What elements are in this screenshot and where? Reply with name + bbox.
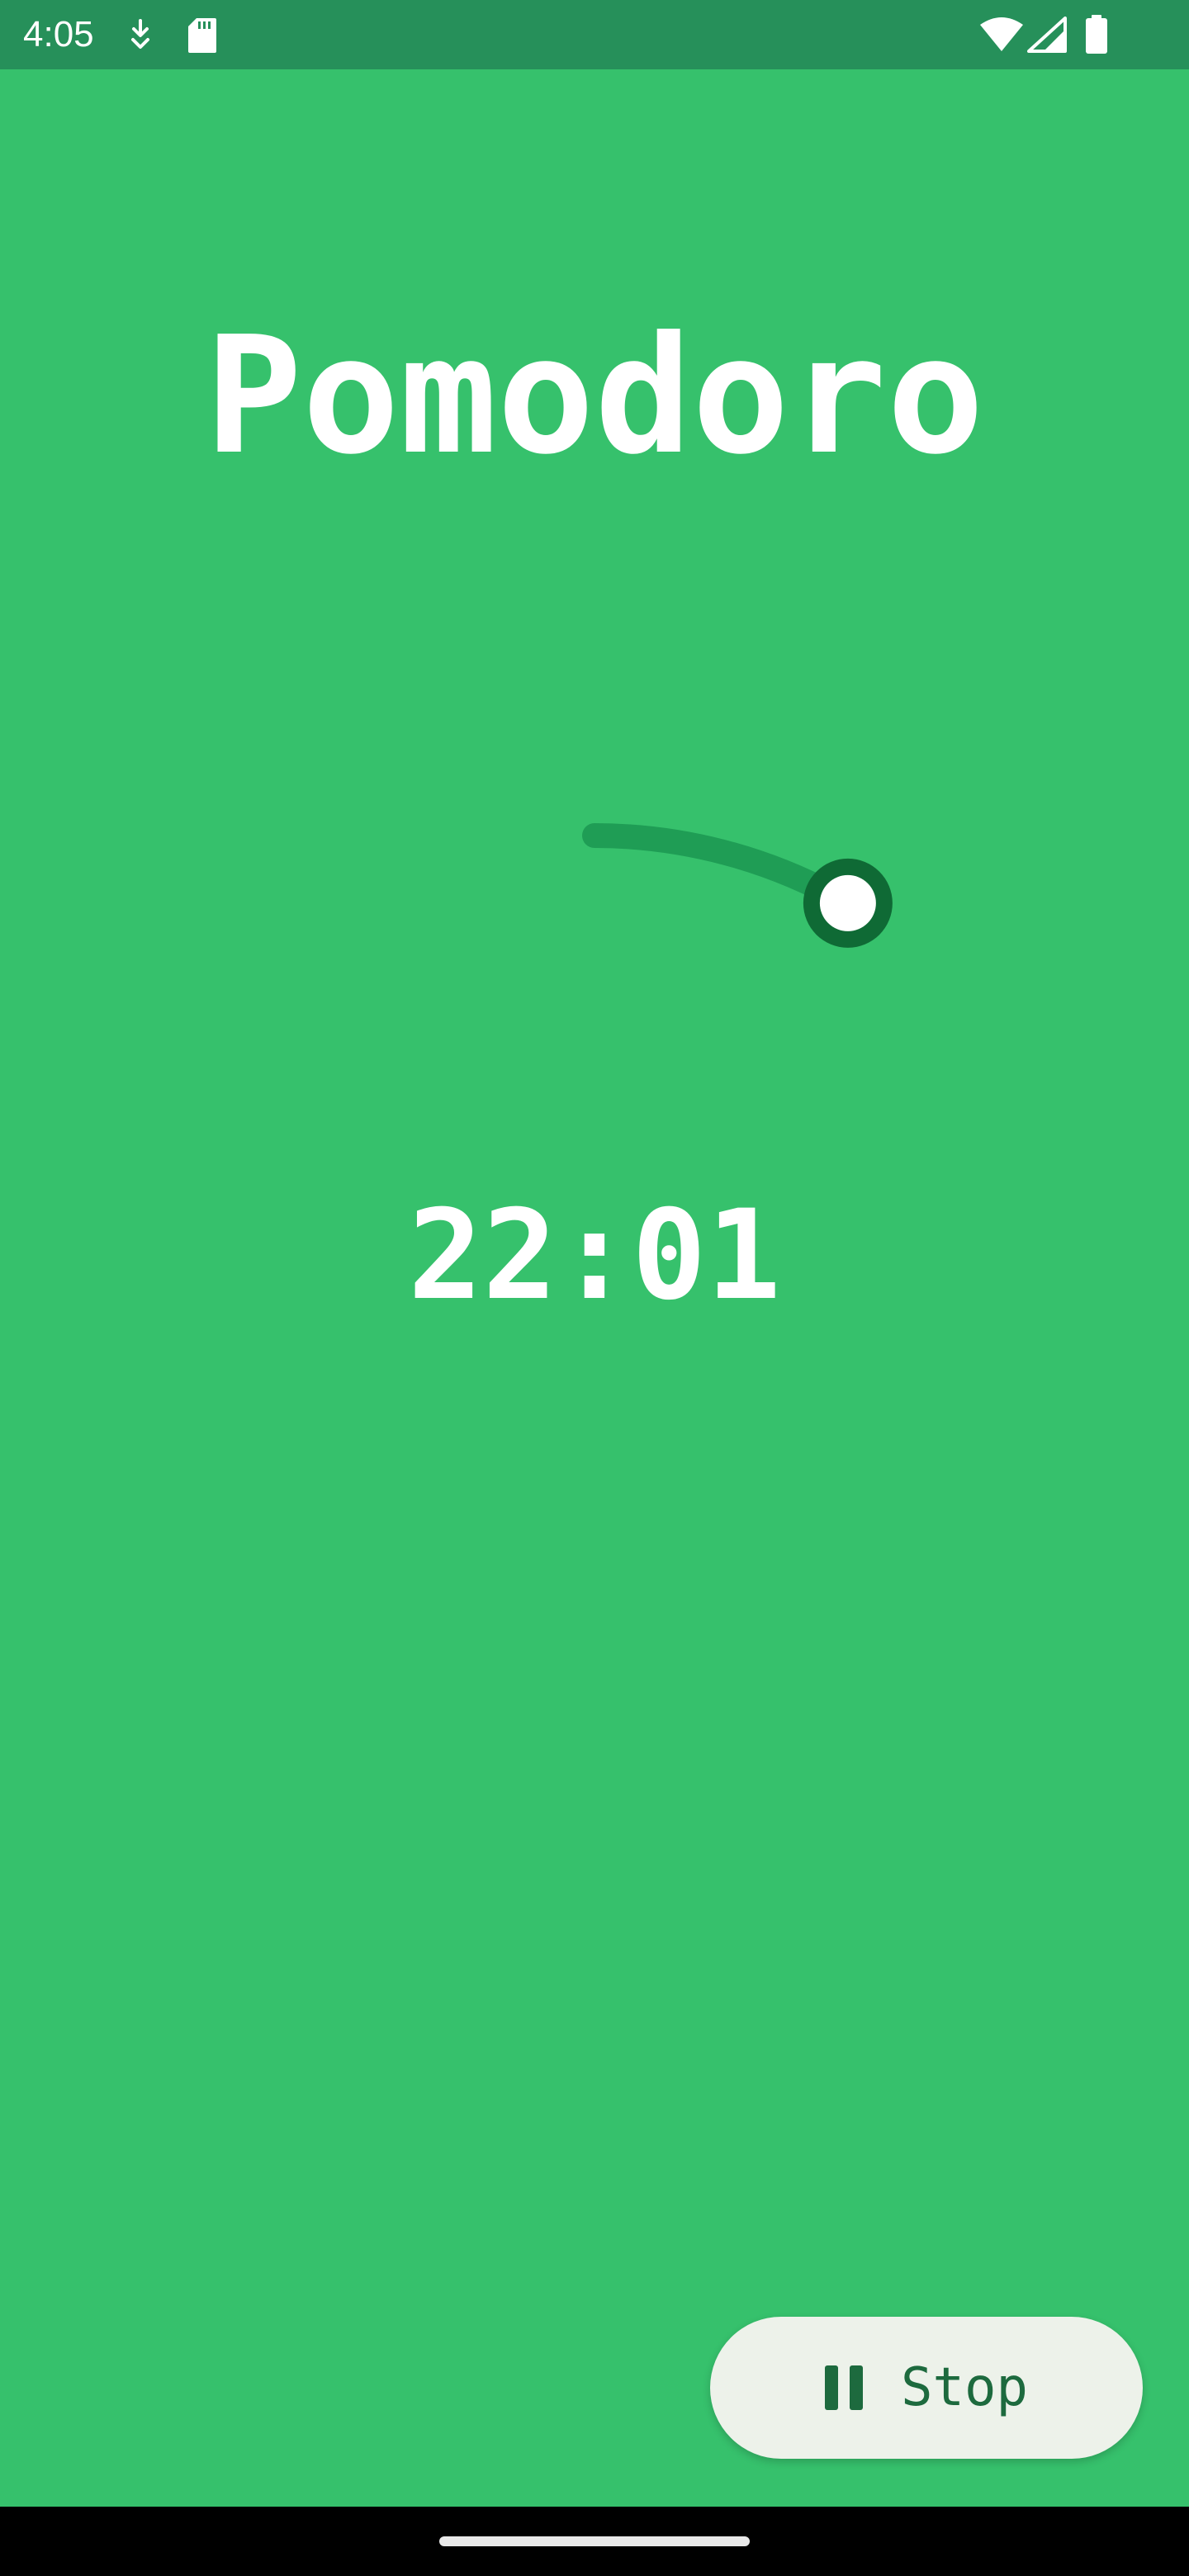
time-remaining: 22:01: [408, 1184, 781, 1328]
status-bar: 4:05: [0, 0, 1189, 69]
home-gesture-handle[interactable]: [439, 2536, 750, 2546]
download-icon: [131, 19, 149, 49]
stop-button-label: Stop: [900, 2357, 1029, 2418]
sd-card-icon: [188, 18, 216, 53]
status-time: 4:05: [23, 14, 94, 54]
wifi-icon: [980, 17, 1023, 51]
navigation-bar: [0, 2507, 1189, 2576]
pause-icon: [824, 2365, 863, 2410]
signal-icon: [1027, 17, 1067, 53]
stop-button[interactable]: Stop: [710, 2317, 1143, 2459]
app-title: Pomodoro: [204, 302, 984, 490]
timer-knob[interactable]: [803, 858, 893, 948]
battery-icon: [1086, 15, 1107, 54]
